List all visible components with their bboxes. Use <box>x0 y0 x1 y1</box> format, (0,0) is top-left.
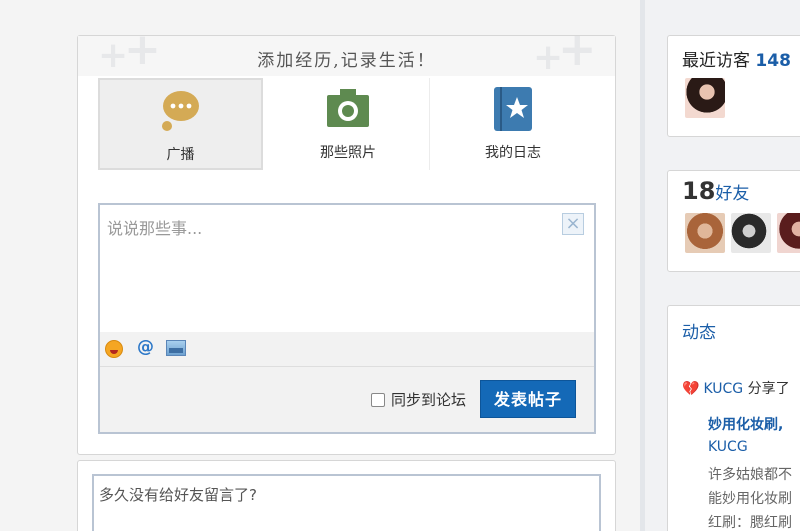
visitors-label: 最近访客 <box>682 51 750 71</box>
friends-title: 18好友 <box>682 177 749 205</box>
close-icon[interactable]: × <box>562 213 584 235</box>
recent-visitors-card: 最近访客 148 <box>667 35 800 137</box>
sync-to-forum-checkbox[interactable]: 同步到论坛 <box>371 389 466 410</box>
activity-card: 动态 💔 KUCG 分享了 妙用化妆刷, KUCG 许多姑娘都不 能妙用化妆刷 红… <box>667 305 800 531</box>
message-input[interactable]: 多久没有给好友留言了? <box>92 474 601 531</box>
avatar[interactable] <box>685 213 725 253</box>
avatar[interactable] <box>685 78 725 118</box>
mention-button[interactable]: @ <box>137 337 154 357</box>
speech-bubble-icon <box>161 88 201 136</box>
tab-label: 我的日志 <box>485 145 541 161</box>
avatar[interactable] <box>777 213 800 253</box>
activity-text-line: 能妙用化妆刷 <box>708 491 792 507</box>
message-card: 多久没有给好友留言了? <box>77 460 616 531</box>
tab-label: 那些照片 <box>320 145 376 161</box>
activity-action: 分享了 <box>747 381 790 397</box>
friends-label[interactable]: 好友 <box>715 184 749 204</box>
activity-post-author[interactable]: KUCG <box>708 439 748 455</box>
editor-footer: 同步到论坛 发表帖子 <box>100 366 594 432</box>
post-editor-placeholder: 说说那些事... <box>107 219 203 238</box>
tab-label: 广播 <box>166 147 195 163</box>
sync-label: 同步到论坛 <box>391 391 467 409</box>
banner-title: 添加经历,记录生活！ <box>257 51 436 71</box>
activity-title[interactable]: 动态 <box>682 318 716 343</box>
camera-icon <box>326 86 370 134</box>
post-button[interactable]: 发表帖子 <box>480 380 576 418</box>
activity-text-line: 红刷：腮红刷 <box>708 515 792 531</box>
activity-post-title[interactable]: 妙用化妆刷, <box>708 414 783 434</box>
avatar[interactable] <box>731 213 771 253</box>
editor-toolbar: @ <box>100 332 594 366</box>
image-icon[interactable] <box>166 340 186 356</box>
activity-user[interactable]: KUCG <box>703 381 743 397</box>
friends-count: 18 <box>682 177 716 205</box>
message-placeholder: 多久没有给好友留言了? <box>99 486 257 504</box>
journal-star-icon <box>493 86 533 136</box>
post-editor[interactable]: 说说那些事... × @ 同步到论坛 发表帖子 <box>98 203 596 434</box>
tab-divider <box>429 78 430 170</box>
visitors-title: 最近访客 148 <box>682 46 791 71</box>
checkbox-box[interactable] <box>371 393 385 407</box>
composer-tabs: 广播 那些照片 我的日志 <box>98 78 595 170</box>
friends-card: 18好友 <box>667 170 800 272</box>
post-composer-card: + + + + 添加经历,记录生活！ 广播 那些照片 我的日志 说说那些事...… <box>77 35 616 455</box>
emoji-icon[interactable] <box>105 340 123 358</box>
visitors-count[interactable]: 148 <box>755 51 791 71</box>
activity-text-line: 许多姑娘都不 <box>708 467 792 483</box>
activity-item: 💔 KUCG 分享了 <box>682 378 790 398</box>
tab-journal[interactable]: 我的日志 <box>431 78 595 170</box>
broken-heart-icon: 💔 <box>682 381 700 397</box>
tab-broadcast[interactable]: 广播 <box>98 78 263 170</box>
tab-photos[interactable]: 那些照片 <box>266 78 430 170</box>
composer-banner: + + + + 添加经历,记录生活！ <box>78 36 615 76</box>
